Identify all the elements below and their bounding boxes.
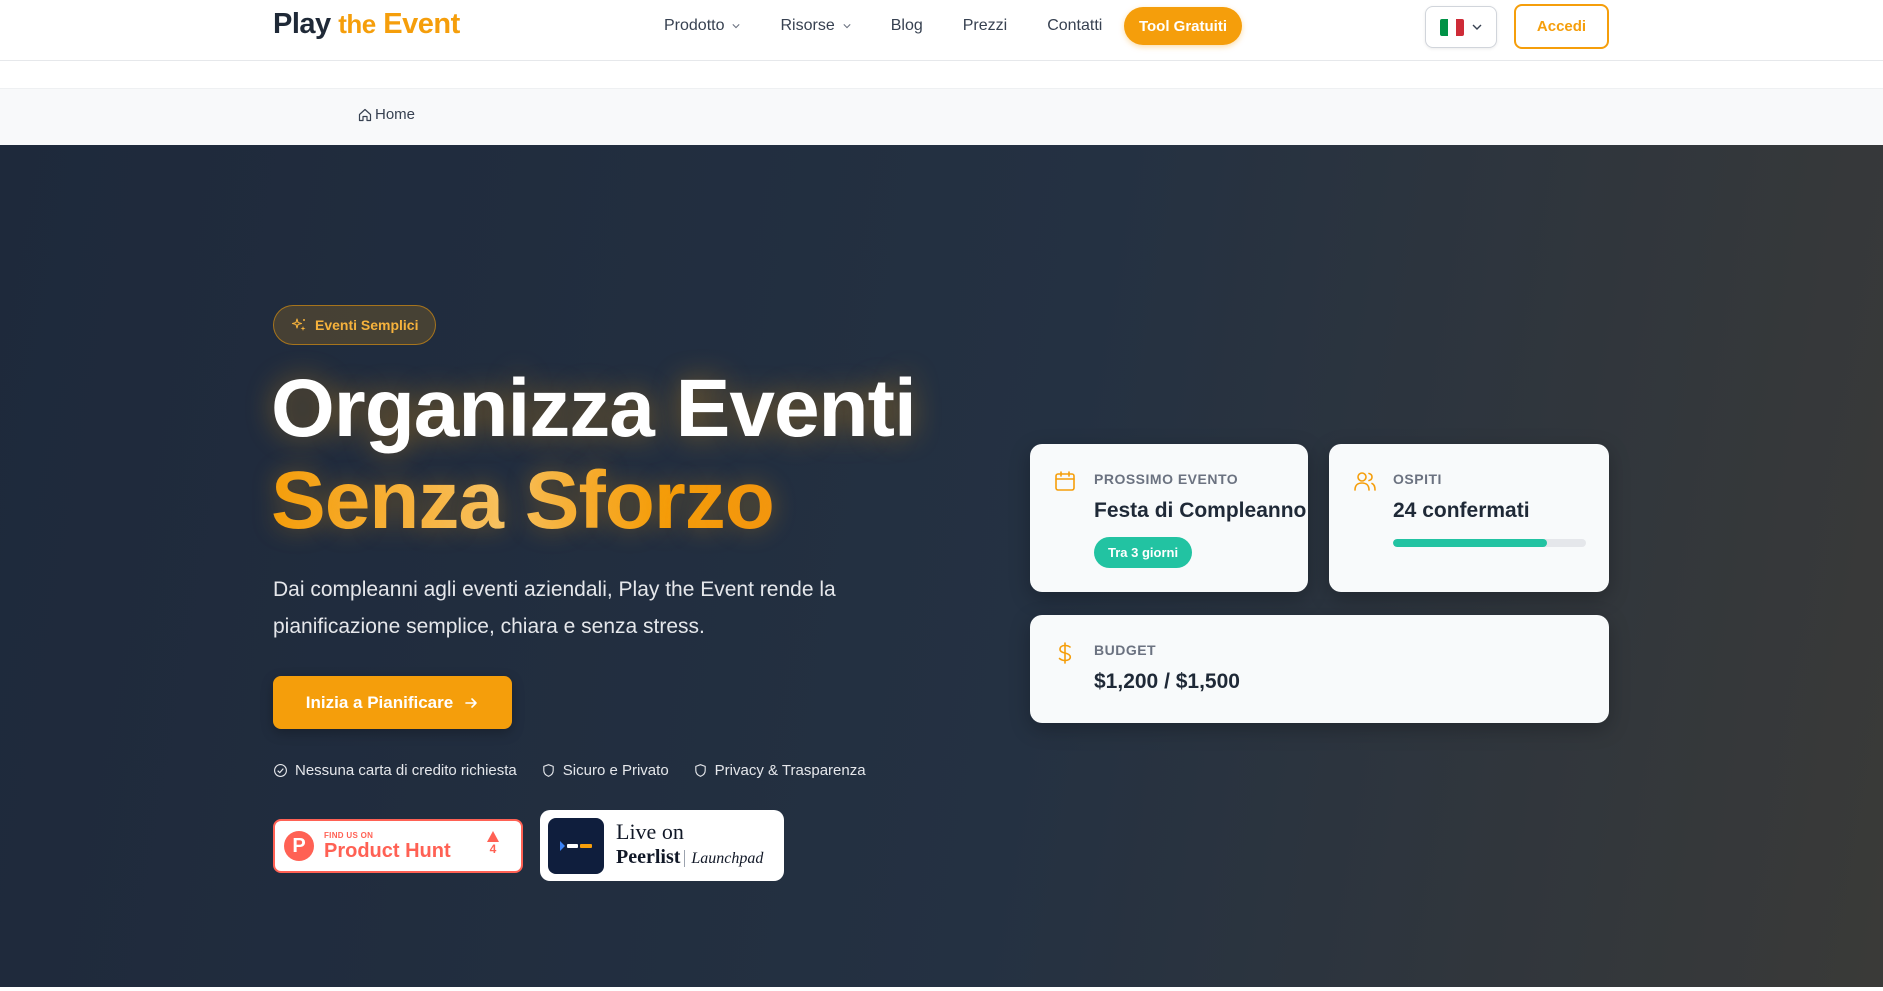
start-planning-label: Inizia a Pianificare [305, 692, 454, 712]
logo-event: Event [383, 8, 460, 40]
hero-title-line2: Senza Sforzo [271, 455, 916, 547]
nav-contatti[interactable]: Contatti [1047, 17, 1102, 35]
peerlist-name-row: Peerlist Launchpad [616, 844, 764, 872]
nav-blog[interactable]: Blog [891, 17, 923, 35]
shield-icon [694, 764, 706, 777]
product-hunt-text: FIND US ON Product Hunt [324, 831, 451, 862]
chevron-down-icon [732, 24, 741, 29]
nav-prodotto-label: Prodotto [664, 17, 725, 34]
italy-flag-icon [1440, 18, 1464, 36]
product-hunt-votes: 4 [487, 831, 499, 856]
nav-prodotto[interactable]: Prodotto [664, 17, 741, 35]
next-event-value: Festa di Compleanno [1094, 499, 1307, 522]
sparkles-icon [291, 318, 306, 331]
trust-item: Privacy & Trasparenza [693, 762, 866, 779]
product-hunt-logo-icon: P [284, 831, 314, 861]
guests-label: Ospiti [1393, 471, 1442, 487]
trust-item-label: Nessuna carta di credito richiesta [295, 762, 517, 779]
logo-the: the [338, 9, 376, 39]
hero-title-line1: Organizza Eventi [271, 363, 917, 454]
peerlist-live: Live on [616, 818, 684, 844]
product-hunt-badge[interactable]: P FIND US ON Product Hunt 4 [273, 819, 523, 873]
free-tools-button[interactable]: Tool Gratuiti [1124, 7, 1242, 45]
budget-card[interactable]: Budget $1,200 / $1,500 [1030, 615, 1609, 723]
breadcrumb[interactable]: Home [357, 106, 415, 123]
home-icon [358, 108, 372, 121]
peerlist-app-logo-icon [548, 817, 604, 874]
product-hunt-vote-count: 4 [489, 842, 497, 856]
logo[interactable]: Play the Event [273, 8, 460, 41]
product-hunt-find: FIND US ON [324, 830, 374, 840]
arrow-right-icon [465, 697, 478, 708]
dollar-icon [1058, 642, 1072, 664]
language-selector[interactable] [1425, 6, 1497, 48]
trust-item: Sicuro e Privato [541, 762, 669, 779]
hero-subtitle: Dai compleanni agli eventi aziendali, Pl… [273, 578, 836, 638]
hero-badge-label: Eventi Semplici [315, 317, 419, 333]
hero-badge: Eventi Semplici [273, 305, 437, 345]
users-icon [1354, 472, 1376, 491]
check-circle-icon [274, 764, 287, 777]
calendar-icon [1055, 471, 1075, 491]
nav-risorse-label: Risorse [780, 17, 835, 34]
shield-icon [543, 764, 554, 777]
guests-progress-fill [1393, 539, 1548, 547]
breadcrumb-bar: Home [0, 88, 1883, 145]
logo-play: Play [273, 8, 331, 40]
nav-risorse[interactable]: Risorse [780, 17, 851, 35]
trust-list: Nessuna carta di credito richiesta Sicur… [273, 762, 866, 779]
trust-item-label: Privacy & Trasparenza [714, 762, 866, 779]
login-button[interactable]: Accedi [1514, 4, 1609, 49]
guests-value: 24 confermati [1393, 499, 1530, 522]
main-nav: Prodotto Risorse Blog Prezzi Contatti [664, 0, 1142, 52]
start-planning-button[interactable]: Inizia a Pianificare [273, 676, 512, 729]
product-hunt-name: Product Hunt [324, 839, 451, 862]
next-event-countdown-badge: Tra 3 giorni [1094, 537, 1193, 568]
guests-progress-bar [1393, 539, 1586, 547]
site-header: Play the Event Prodotto Risorse Blog Pre… [0, 0, 1883, 61]
nav-prezzi[interactable]: Prezzi [963, 17, 1007, 35]
upvote-triangle-icon [487, 831, 499, 842]
hero-title: Organizza Eventi Senza Sforzo [271, 363, 917, 547]
peerlist-name: Peerlist [616, 845, 681, 868]
hero-section: Eventi Semplici Organizza Eventi Senza S… [0, 145, 1883, 987]
next-event-label: Prossimo Evento [1094, 471, 1239, 487]
peerlist-launchpad: Launchpad [684, 849, 764, 867]
peerlist-badge[interactable]: Live on Peerlist Launchpad [540, 810, 784, 881]
trust-item-label: Sicuro e Privato [562, 762, 669, 779]
play-the-event-mini-logo-icon [560, 840, 592, 851]
guests-card[interactable]: Ospiti 24 confermati [1329, 444, 1609, 592]
peerlist-text: Live on Peerlist Launchpad [616, 818, 764, 872]
trust-item: Nessuna carta di credito richiesta [273, 762, 517, 779]
chevron-down-icon [843, 24, 851, 29]
breadcrumb-home: Home [375, 106, 416, 123]
budget-label: Budget [1094, 642, 1157, 658]
chevron-down-icon [1472, 24, 1482, 30]
next-event-card[interactable]: Prossimo Evento Festa di Compleanno Tra … [1030, 444, 1308, 592]
budget-value: $1,200 / $1,500 [1094, 670, 1240, 693]
